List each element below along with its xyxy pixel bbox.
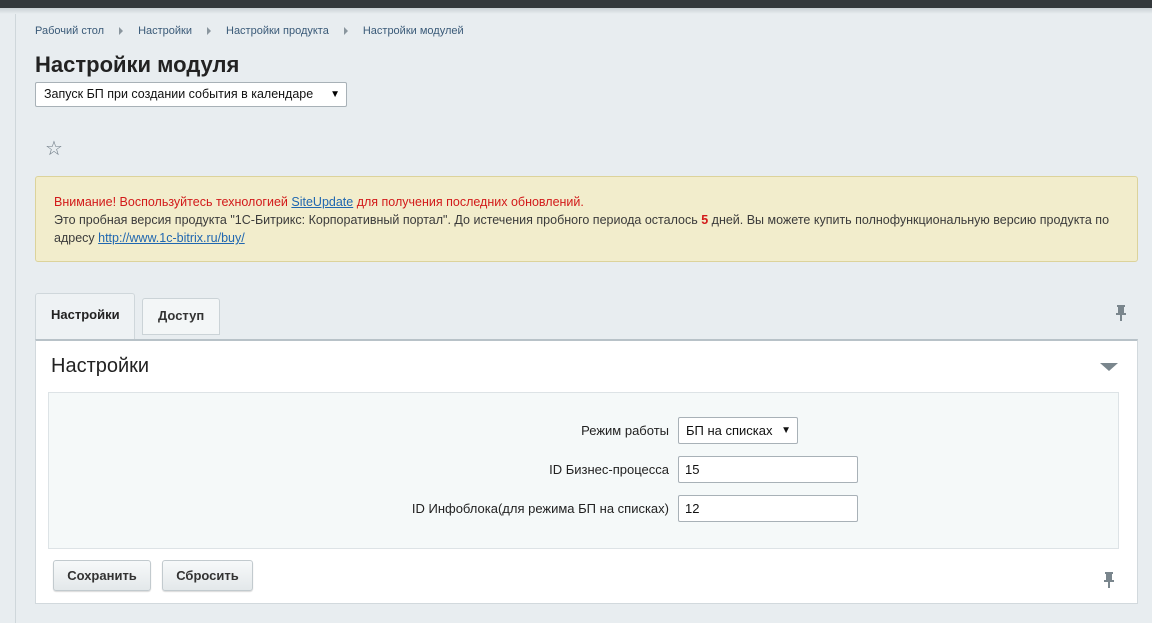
module-select[interactable]: Запуск БП при создании события в календа… bbox=[35, 82, 347, 107]
buy-link[interactable]: http://www.1c-bitrix.ru/buy/ bbox=[98, 231, 245, 245]
breadcrumb-item-desktop[interactable]: Рабочий стол bbox=[35, 25, 104, 37]
breadcrumb-separator-icon bbox=[119, 27, 124, 35]
module-select-value: Запуск БП при создании события в календа… bbox=[44, 87, 314, 101]
tab-settings[interactable]: Настройки bbox=[35, 293, 135, 340]
reset-button[interactable]: Сбросить bbox=[162, 560, 253, 591]
top-bar-shadow bbox=[0, 8, 1152, 14]
breadcrumb-item-product-settings[interactable]: Настройки продукта bbox=[226, 25, 329, 37]
tab-access[interactable]: Доступ bbox=[142, 298, 220, 335]
breadcrumb: Рабочий стол Настройки Настройки продукт… bbox=[35, 25, 464, 37]
star-icon[interactable]: ☆ bbox=[45, 136, 63, 161]
settings-panel: Настройки Режим работы БП на списках ▼ I… bbox=[35, 339, 1138, 604]
notice-trial-text: Это пробная версия продукта "1С-Битрикс:… bbox=[54, 211, 1119, 247]
bp-id-label: ID Бизнес-процесса bbox=[549, 462, 669, 477]
notice-warning-suffix: для получения последних обновлений. bbox=[353, 195, 584, 209]
page-title: Настройки модуля bbox=[35, 52, 240, 77]
notice-warning-line: Внимание! Воспользуйтесь технологией Sit… bbox=[54, 193, 1119, 211]
siteupdate-link[interactable]: SiteUpdate bbox=[291, 195, 353, 209]
breadcrumb-item-module-settings[interactable]: Настройки модулей bbox=[363, 25, 464, 37]
pin-icon[interactable] bbox=[1114, 304, 1128, 322]
bp-id-input[interactable]: 15 bbox=[678, 456, 858, 483]
iblock-id-label: ID Инфоблока(для режима БП на списках) bbox=[411, 501, 669, 516]
mode-label: Режим работы bbox=[581, 423, 669, 438]
top-bar bbox=[0, 0, 1152, 8]
notice-warning-prefix: Внимание! Воспользуйтесь технологией bbox=[54, 195, 292, 209]
mode-select[interactable]: БП на списках ▼ bbox=[678, 417, 798, 444]
pin-icon[interactable] bbox=[1102, 571, 1116, 589]
panel-title: Настройки bbox=[51, 355, 150, 377]
iblock-id-input[interactable]: 12 bbox=[678, 495, 858, 522]
mode-select-value: БП на списках bbox=[686, 423, 773, 438]
dropdown-arrow-icon: ▼ bbox=[330, 89, 340, 100]
breadcrumb-separator-icon bbox=[207, 27, 211, 35]
notice-trial-part1: Это пробная версия продукта "1С-Битрикс:… bbox=[54, 213, 702, 227]
left-divider bbox=[15, 14, 16, 623]
triangle-down-icon[interactable] bbox=[1100, 363, 1118, 371]
dropdown-arrow-icon: ▼ bbox=[781, 425, 791, 436]
settings-form: Режим работы БП на списках ▼ ID Бизнес-п… bbox=[48, 392, 1119, 549]
trial-notice: Внимание! Воспользуйтесь технологией Sit… bbox=[35, 176, 1138, 262]
save-button[interactable]: Сохранить bbox=[53, 560, 151, 591]
breadcrumb-separator-icon bbox=[343, 27, 348, 35]
breadcrumb-item-settings[interactable]: Настройки bbox=[138, 25, 192, 37]
